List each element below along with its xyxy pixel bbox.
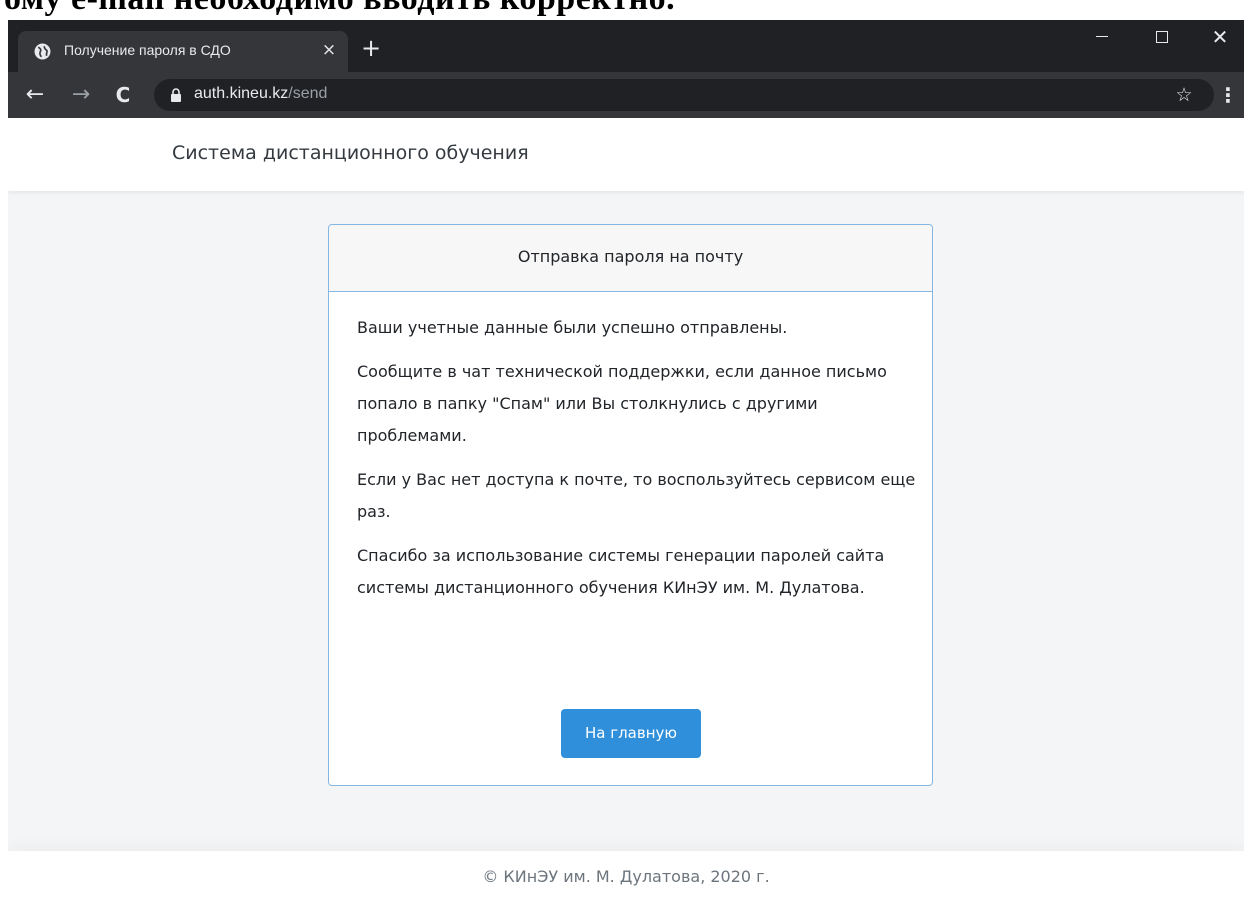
address-bar[interactable]: auth.kineu.kz/send ☆: [154, 79, 1214, 111]
card-header: Отправка пароля на почту: [329, 225, 932, 292]
maximize-button[interactable]: [1138, 20, 1186, 54]
support-message: Сообщите в чат технической поддержки, ес…: [357, 362, 887, 445]
browser-tab[interactable]: Получение пароля в СДО ×: [18, 31, 348, 72]
new-tab-button[interactable]: +: [357, 34, 385, 62]
tab-title: Получение пароля в СДО: [64, 42, 231, 58]
url-host: auth.kineu.kz: [194, 85, 289, 102]
card-title: Отправка пароля на почту: [517, 247, 744, 266]
success-message: Ваши учетные данные были успешно отправл…: [357, 318, 788, 337]
globe-icon: [34, 43, 51, 60]
site-brand[interactable]: Система дистанционного обучения: [172, 142, 529, 164]
minimize-icon: [1096, 36, 1108, 37]
site-header: Система дистанционного обучения: [8, 118, 1244, 191]
thanks-message: Спасибо за использование системы генерац…: [357, 546, 885, 597]
window-close-button[interactable]: ✕: [1196, 20, 1244, 54]
url-text: auth.kineu.kz/send: [194, 85, 327, 103]
site-footer: © КИнЭУ им. М. Дулатова, 2020 г.: [8, 851, 1244, 910]
document-heading-fragment: ому e-mail необходимо вводить корректно.: [4, 0, 675, 18]
url-path: /send: [288, 85, 328, 102]
back-button[interactable]: ←: [20, 80, 50, 110]
browser-menu-icon[interactable]: ⋮: [1218, 80, 1238, 110]
browser-toolbar: ← → C auth.kineu.kz/send ☆ ⋮: [8, 72, 1244, 118]
no-access-message: Если у Вас нет доступа к почте, то воспо…: [357, 470, 916, 521]
home-button[interactable]: На главную: [561, 709, 701, 758]
lock-icon: [171, 88, 181, 102]
tab-bar: Получение пароля в СДО × + ✕: [8, 20, 1244, 72]
reload-button[interactable]: C: [108, 80, 138, 110]
tab-close-icon[interactable]: ×: [318, 39, 340, 61]
minimize-button[interactable]: [1078, 20, 1126, 54]
maximize-icon: [1156, 31, 1168, 43]
forward-button[interactable]: →: [66, 80, 96, 110]
card-body: Ваши учетные данные были успешно отправл…: [357, 312, 917, 616]
document-background: ому e-mail необходимо вводить корректно.: [0, 0, 1244, 20]
bookmark-star-icon[interactable]: ☆: [1170, 81, 1198, 109]
password-sent-card: Отправка пароля на почту Ваши учетные да…: [328, 224, 933, 786]
page-content: Система дистанционного обучения Отправка…: [8, 118, 1244, 910]
browser-window: Получение пароля в СДО × + ✕ ← → C auth.…: [8, 20, 1244, 910]
footer-copyright: © КИнЭУ им. М. Дулатова, 2020 г.: [482, 867, 770, 886]
